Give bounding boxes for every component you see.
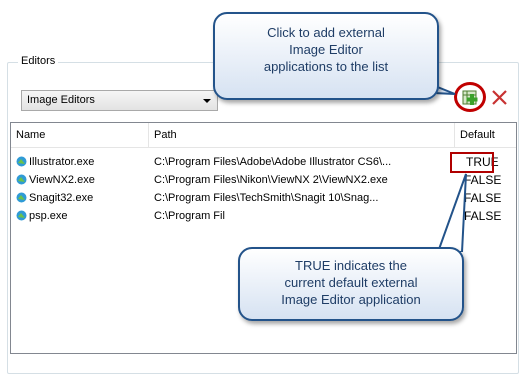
row-name-cell: ViewNX2.exe bbox=[16, 171, 151, 189]
application-icon bbox=[16, 210, 27, 221]
row-path: C:\Program Fil bbox=[154, 210, 225, 222]
application-icon bbox=[16, 174, 27, 185]
editor-category-select[interactable]: Image Editors bbox=[21, 90, 218, 111]
callout-line: TRUE indicates the bbox=[295, 258, 407, 273]
row-path: C:\Program Files\Nikon\ViewNX 2\ViewNX2.… bbox=[154, 174, 388, 186]
remove-editor-icon bbox=[492, 90, 507, 105]
row-path: C:\Program Files\Adobe\Adobe Illustrator… bbox=[154, 156, 392, 168]
row-name: Snagit32.exe bbox=[29, 192, 94, 204]
editors-group-title: Editors bbox=[18, 55, 59, 67]
row-path: C:\Program Files\TechSmith\Snagit 10\Sna… bbox=[154, 192, 379, 204]
editor-category-value: Image Editors bbox=[27, 94, 95, 106]
row-name-cell: Illustrator.exe bbox=[16, 153, 151, 171]
remove-editor-button[interactable] bbox=[489, 87, 511, 107]
row-name: psp.exe bbox=[29, 210, 68, 222]
callout-line: Image Editor bbox=[289, 42, 363, 57]
add-editor-callout: Click to add external Image Editor appli… bbox=[213, 12, 439, 100]
column-header-name[interactable]: Name bbox=[11, 123, 149, 147]
callout-line: current default external bbox=[284, 275, 418, 290]
application-icon bbox=[16, 192, 27, 203]
row-name-cell: Snagit32.exe bbox=[16, 189, 151, 207]
list-header: Name Path Default bbox=[11, 123, 516, 148]
callout-pointer bbox=[436, 173, 467, 252]
chevron-down-icon bbox=[203, 99, 211, 103]
callout-line: Image Editor application bbox=[281, 292, 421, 307]
row-name: Illustrator.exe bbox=[29, 156, 95, 168]
application-icon bbox=[16, 156, 27, 167]
column-header-path[interactable]: Path bbox=[149, 123, 455, 147]
column-header-default[interactable]: Default bbox=[455, 123, 518, 147]
callout-line: applications to the list bbox=[263, 59, 389, 74]
default-editor-callout: TRUE indicates the current default exter… bbox=[238, 247, 464, 321]
callout-line: Click to add external bbox=[267, 25, 385, 40]
row-name: ViewNX2.exe bbox=[29, 174, 95, 186]
row-name-cell: psp.exe bbox=[16, 207, 151, 225]
add-editor-icon bbox=[462, 90, 478, 105]
